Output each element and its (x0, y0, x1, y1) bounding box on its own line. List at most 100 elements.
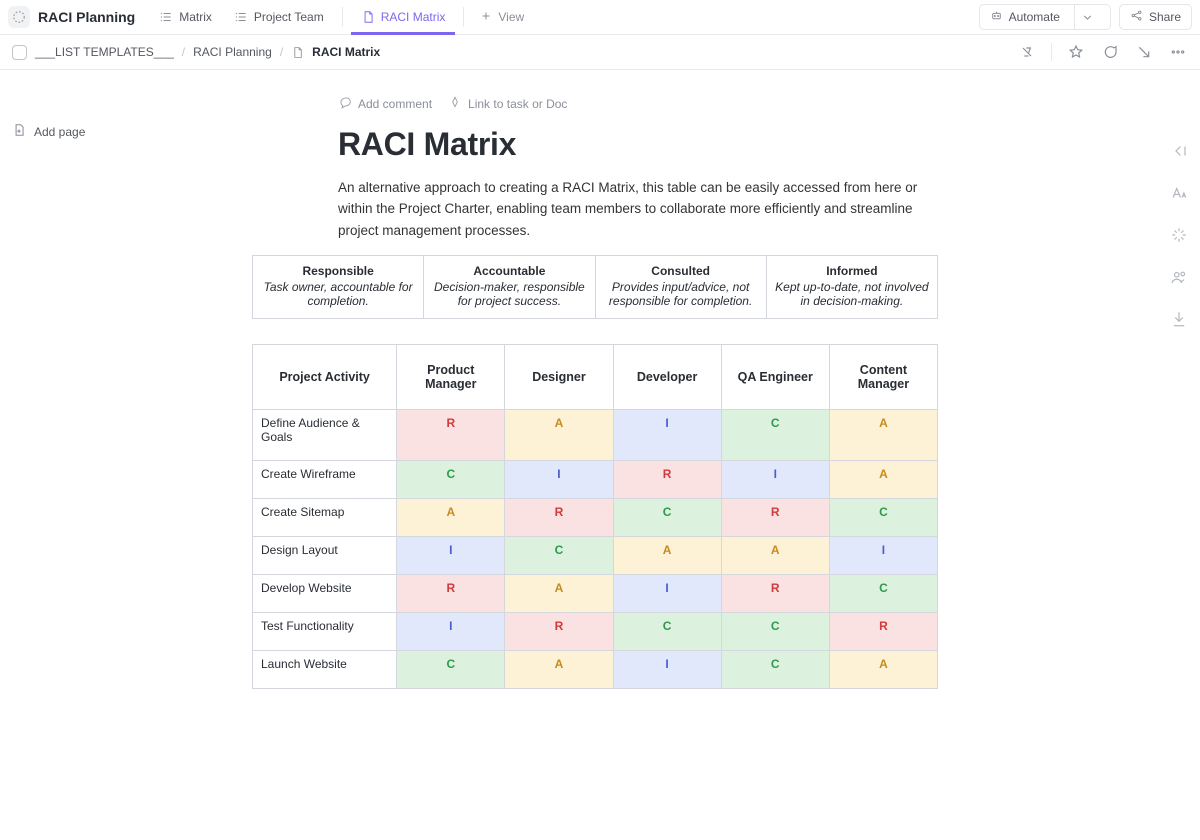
raci-cell[interactable]: R (505, 499, 613, 537)
definition-cell[interactable]: ConsultedProvides input/advice, not resp… (595, 256, 766, 319)
star-icon[interactable] (1066, 42, 1086, 62)
raci-cell[interactable]: I (613, 575, 721, 613)
raci-cell[interactable]: R (397, 410, 505, 461)
raci-cell[interactable]: A (613, 537, 721, 575)
raci-cell[interactable]: C (613, 613, 721, 651)
share-label: Share (1149, 10, 1181, 24)
raci-cell[interactable]: I (829, 537, 937, 575)
more-icon[interactable] (1168, 42, 1188, 62)
comments-icon[interactable] (1100, 42, 1120, 62)
tab-label: Matrix (179, 10, 212, 24)
raci-definitions-table[interactable]: ResponsibleTask owner, accountable for c… (252, 255, 938, 319)
add-comment-button[interactable]: Add comment (338, 95, 432, 112)
matrix-header-cell[interactable]: Content Manager (829, 345, 937, 410)
robot-icon (990, 9, 1003, 25)
raci-cell[interactable]: C (505, 537, 613, 575)
share-button[interactable]: Share (1119, 4, 1192, 30)
activity-cell[interactable]: Launch Website (253, 651, 397, 689)
link-task-button[interactable]: Link to task or Doc (448, 95, 567, 112)
link-task-label: Link to task or Doc (468, 97, 567, 111)
raci-cell[interactable]: R (613, 461, 721, 499)
comment-icon (338, 95, 352, 112)
automate-button[interactable]: Automate (979, 4, 1111, 30)
definition-cell[interactable]: AccountableDecision-maker, responsible f… (424, 256, 595, 319)
link-icon (448, 95, 462, 112)
raci-cell[interactable]: A (721, 537, 829, 575)
doc-icon (361, 10, 375, 24)
raci-cell[interactable]: R (397, 575, 505, 613)
definition-desc: Task owner, accountable for completion. (264, 280, 413, 308)
activity-cell[interactable]: Test Functionality (253, 613, 397, 651)
activity-cell[interactable]: Design Layout (253, 537, 397, 575)
matrix-header-cell[interactable]: QA Engineer (721, 345, 829, 410)
raci-cell[interactable]: R (829, 613, 937, 651)
raci-cell[interactable]: I (505, 461, 613, 499)
definition-desc: Kept up-to-date, not involved in decisio… (775, 280, 928, 308)
raci-cell[interactable]: C (829, 575, 937, 613)
page-description[interactable]: An alternative approach to creating a RA… (338, 177, 938, 241)
raci-cell[interactable]: A (505, 575, 613, 613)
raci-cell[interactable]: A (829, 651, 937, 689)
add-view-button[interactable]: View (472, 3, 532, 31)
export-icon[interactable] (1168, 308, 1190, 330)
raci-cell[interactable]: C (397, 461, 505, 499)
people-icon[interactable] (1168, 266, 1190, 288)
document-body: Add comment Link to task or Doc RACI Mat… (338, 95, 938, 265)
definition-desc: Decision-maker, responsible for project … (434, 280, 585, 308)
matrix-header-cell[interactable]: Designer (505, 345, 613, 410)
table-row: Develop WebsiteRAIRC (253, 575, 938, 613)
table-row: Create SitemapARCRC (253, 499, 938, 537)
collapse-icon[interactable] (1168, 140, 1190, 162)
tab-matrix[interactable]: Matrix (149, 0, 222, 35)
definition-title: Consulted (604, 264, 758, 278)
download-icon[interactable] (1134, 42, 1154, 62)
matrix-header-cell[interactable]: Product Manager (397, 345, 505, 410)
raci-cell[interactable]: A (397, 499, 505, 537)
definition-cell[interactable]: ResponsibleTask owner, accountable for c… (253, 256, 424, 319)
tab-label: Project Team (254, 10, 324, 24)
matrix-header-cell[interactable]: Project Activity (253, 345, 397, 410)
raci-cell[interactable]: C (721, 410, 829, 461)
raci-cell[interactable]: A (829, 461, 937, 499)
list-icon (159, 10, 173, 24)
raci-cell[interactable]: I (613, 410, 721, 461)
typography-icon[interactable] (1168, 182, 1190, 204)
list-color-chip[interactable] (12, 45, 27, 60)
activity-cell[interactable]: Develop Website (253, 575, 397, 613)
ai-icon[interactable] (1168, 224, 1190, 246)
raci-cell[interactable]: C (397, 651, 505, 689)
raci-cell[interactable]: I (613, 651, 721, 689)
breadcrumb-page[interactable]: RACI Matrix (312, 45, 380, 59)
chevron-down-icon[interactable] (1074, 5, 1100, 29)
breadcrumb-space[interactable]: RACI Planning (193, 45, 272, 59)
matrix-header-cell[interactable]: Developer (613, 345, 721, 410)
raci-cell[interactable]: I (397, 613, 505, 651)
raci-cell[interactable]: C (721, 613, 829, 651)
workspace-icon[interactable] (8, 6, 30, 28)
tab-project-team[interactable]: Project Team (224, 0, 334, 35)
breadcrumb-separator: / (280, 45, 283, 59)
raci-cell[interactable]: A (829, 410, 937, 461)
activity-cell[interactable]: Create Sitemap (253, 499, 397, 537)
raci-cell[interactable]: A (505, 651, 613, 689)
raci-cell[interactable]: R (721, 499, 829, 537)
page-title[interactable]: RACI Matrix (338, 126, 938, 163)
tab-raci-matrix[interactable]: RACI Matrix (351, 0, 456, 35)
raci-cell[interactable]: I (721, 461, 829, 499)
share-icon (1130, 9, 1143, 25)
raci-matrix-table[interactable]: Project ActivityProduct ManagerDesignerD… (252, 344, 938, 689)
raci-cell[interactable]: C (613, 499, 721, 537)
add-page-button[interactable]: Add page (12, 123, 85, 140)
activity-cell[interactable]: Create Wireframe (253, 461, 397, 499)
activity-cell[interactable]: Define Audience & Goals (253, 410, 397, 461)
raci-cell[interactable]: R (721, 575, 829, 613)
definition-cell[interactable]: InformedKept up-to-date, not involved in… (766, 256, 937, 319)
clear-formatting-icon[interactable] (1017, 42, 1037, 62)
raci-cell[interactable]: A (505, 410, 613, 461)
raci-cell[interactable]: C (721, 651, 829, 689)
breadcrumb-root[interactable]: ___LIST TEMPLATES___ (35, 45, 174, 59)
raci-cell[interactable]: I (397, 537, 505, 575)
raci-cell[interactable]: C (829, 499, 937, 537)
raci-cell[interactable]: R (505, 613, 613, 651)
workspace-title[interactable]: RACI Planning (38, 9, 135, 25)
